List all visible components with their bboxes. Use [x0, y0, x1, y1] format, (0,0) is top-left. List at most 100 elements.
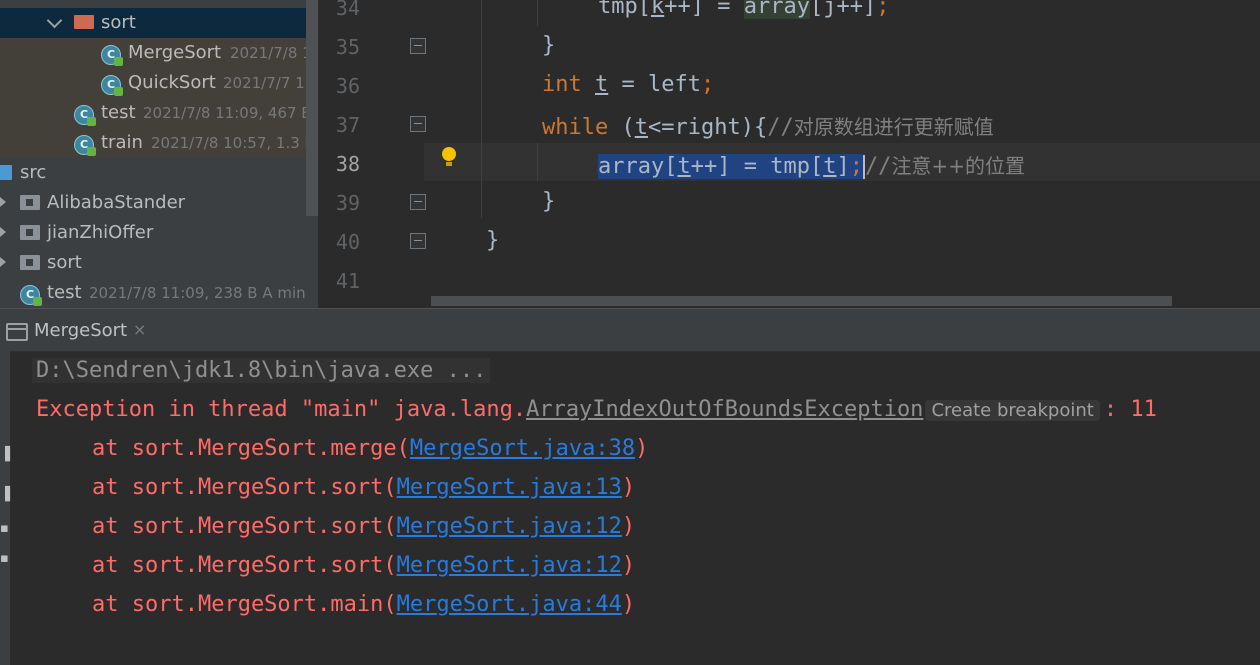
code-line-34: tmp[k++] = array[j++]; — [598, 0, 889, 19]
toolbar-icon[interactable]: ▪ — [0, 521, 9, 536]
stack-frame-link[interactable]: MergeSort.java:12 — [397, 514, 622, 539]
stack-frame-text: at sort.MergeSort.main( — [92, 592, 397, 617]
run-tab-bar: MergeSort × — [0, 308, 1260, 352]
tree-item-meta: 2021/7/8 11 — [230, 44, 306, 62]
code-comment: 注意++的位置 — [891, 154, 1025, 178]
stack-frame-text: at sort.MergeSort.sort( — [92, 514, 397, 539]
java-class-icon: C — [101, 75, 123, 96]
line-number: 36 — [335, 74, 360, 98]
stack-frame-text: ) — [621, 514, 636, 539]
stack-frame-text: at sort.MergeSort.sort( — [92, 475, 397, 500]
stack-frame: at sort.MergeSort.main(MergeSort.java:44… — [92, 592, 635, 617]
run-console-icon — [6, 323, 28, 341]
code-token: int — [542, 72, 582, 97]
tree-item-mergesort[interactable]: C MergeSort 2021/7/8 11 — [0, 38, 306, 68]
editor-horizontal-scrollbar[interactable] — [431, 296, 1172, 306]
toolbar-icon[interactable]: ▐ — [0, 447, 10, 462]
line-number: 40 — [335, 230, 360, 254]
java-class-icon: C — [74, 105, 96, 126]
stack-frame-link[interactable]: MergeSort.java:13 — [397, 475, 622, 500]
stack-frame-text: ) — [621, 475, 636, 500]
tree-item-label: sort — [101, 12, 136, 33]
toolbar-icon[interactable]: ▪ — [0, 551, 9, 566]
chevron-right-icon[interactable] — [0, 197, 6, 207]
code-token: tmp[ — [598, 0, 651, 19]
fold-marker-icon[interactable] — [410, 38, 426, 54]
run-toolbar: ▐ ▐ ▪ ▪ — [0, 351, 10, 665]
run-panel: MergeSort × ▐ ▐ ▪ ▪ D:\Sendren\jdk1.8\bi… — [0, 308, 1260, 665]
tree-item-quicksort[interactable]: C QuickSort 2021/7/7 11: — [0, 68, 306, 98]
tree-item-test-root[interactable]: C test 2021/7/8 11:09, 238 B A minut — [0, 278, 306, 308]
indent-guide — [481, 0, 482, 218]
stack-frame-link[interactable]: MergeSort.java:12 — [397, 553, 622, 578]
tree-item-test[interactable]: C test 2021/7/8 11:09, 467 B 8 — [0, 98, 306, 128]
java-class-icon: C — [74, 135, 96, 156]
tree-scrollbar[interactable] — [306, 0, 318, 216]
create-breakpoint-button[interactable]: Create breakpoint — [925, 400, 1100, 421]
tree-item-meta: 2021/7/7 11: — [223, 74, 306, 92]
stack-frame-link[interactable]: MergeSort.java:38 — [410, 436, 635, 461]
line-number-current: 38 — [335, 152, 360, 176]
tree-item-label: train — [101, 132, 143, 153]
fold-marker-icon[interactable] — [410, 194, 426, 210]
code-line-35: } — [542, 33, 556, 58]
code-token: = left — [608, 72, 701, 97]
exception-suffix: : 11 — [1103, 397, 1157, 422]
tree-item-label: QuickSort — [128, 72, 216, 93]
code-token: [j++] — [809, 0, 877, 19]
line-number: 35 — [335, 35, 360, 59]
close-icon[interactable]: × — [133, 320, 146, 339]
tree-item-alibabastander[interactable]: AlibabaStander — [0, 188, 306, 218]
stack-frame-text: at sort.MergeSort.merge( — [92, 436, 410, 461]
code-line-40: } — [486, 228, 500, 253]
chevron-right-icon[interactable] — [0, 227, 6, 237]
code-line-39: } — [542, 189, 556, 214]
tree-item-jianzhioffer[interactable]: jianZhiOffer — [0, 218, 306, 248]
package-icon — [20, 225, 40, 240]
stack-frame-text: ) — [621, 553, 636, 578]
code-token: ; — [849, 154, 863, 179]
java-class-icon: C — [101, 45, 123, 66]
tree-item-src[interactable]: src — [0, 158, 306, 188]
stack-frame-text: ) — [621, 592, 636, 617]
indent-guide — [537, 0, 538, 26]
code-token: while — [542, 115, 609, 140]
lightbulb-icon[interactable] — [442, 147, 456, 166]
code-editor[interactable]: 34 35 36 37 38 39 40 41 tmp[k++] = array… — [318, 0, 1260, 308]
code-token: ; — [700, 72, 715, 97]
stack-frame: at sort.MergeSort.sort(MergeSort.java:13… — [92, 475, 635, 500]
run-tab-label[interactable]: MergeSort — [34, 320, 127, 341]
tree-item-label: test — [47, 282, 82, 303]
stack-frame-text: at sort.MergeSort.sort( — [92, 553, 397, 578]
code-token: t — [677, 154, 691, 179]
code-token: array[ — [598, 154, 678, 179]
tree-item-label: MergeSort — [128, 42, 222, 63]
line-number: 41 — [335, 269, 360, 293]
line-number: 39 — [335, 191, 360, 215]
code-token: t — [823, 154, 837, 179]
chevron-right-icon[interactable] — [0, 257, 6, 267]
code-token: ( — [608, 115, 635, 140]
toolbar-icon[interactable]: ▐ — [0, 487, 10, 502]
code-token: ++] = tmp[ — [690, 154, 824, 179]
tree-item-meta: 2021/7/8 11:09, 467 B 8 — [143, 104, 306, 122]
tree-item-label: src — [20, 162, 47, 183]
project-tree-panel: sort C MergeSort 2021/7/8 11 C QuickSort… — [0, 0, 318, 308]
tree-item-sort-folder[interactable]: sort — [0, 8, 306, 38]
fold-marker-icon[interactable] — [410, 233, 426, 249]
stack-frame-link[interactable]: MergeSort.java:44 — [397, 592, 622, 617]
code-token: ] — [836, 154, 850, 179]
code-line-36: int t = left; — [542, 72, 714, 97]
tree-item-meta: 2021/7/8 11:09, 238 B A minut — [89, 284, 306, 302]
tree-item-meta: 2021/7/8 10:57, 1.3 kB — [151, 134, 306, 152]
code-comment: 对原数组进行更新赋值 — [793, 115, 994, 139]
exception-class-link[interactable]: ArrayIndexOutOfBoundsException — [526, 397, 923, 422]
tree-item-sort-package[interactable]: sort — [0, 248, 306, 278]
fold-marker-icon[interactable] — [410, 116, 426, 132]
tree-item-train[interactable]: C train 2021/7/8 10:57, 1.3 kB — [0, 128, 306, 158]
stack-frame: at sort.MergeSort.sort(MergeSort.java:12… — [92, 553, 635, 578]
chevron-down-icon[interactable] — [46, 12, 63, 29]
stack-frame: at sort.MergeSort.sort(MergeSort.java:12… — [92, 514, 635, 539]
code-line-37: while (t<=right){//对原数组进行更新赋值 — [542, 111, 994, 140]
code-token: array — [743, 0, 810, 19]
